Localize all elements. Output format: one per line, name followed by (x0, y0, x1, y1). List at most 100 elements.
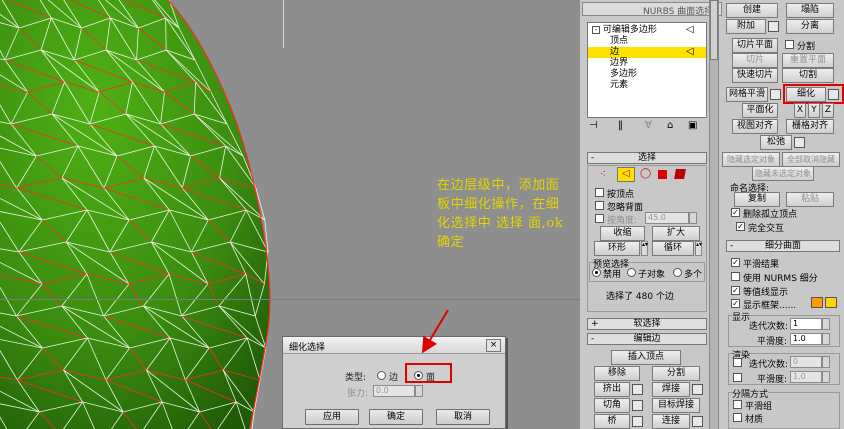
modifier-stack[interactable]: - 可编辑多边形 顶点 边 边界 多边形 元素 ◁ ◁ (587, 22, 707, 118)
attach-settings-icon[interactable] (768, 21, 779, 32)
stack-item-element[interactable]: 元素 (610, 80, 628, 91)
render-smoothness-spinner[interactable]: 1.0 (790, 371, 822, 383)
cage-color-swatch-1[interactable] (811, 297, 823, 308)
planarize-button[interactable]: 平面化 (742, 103, 778, 118)
preview-off-radio[interactable] (592, 268, 601, 277)
stack-item-polygon[interactable]: 多边形 (610, 69, 637, 80)
meshsmooth-settings-icon[interactable] (770, 89, 781, 100)
edit-edges-rollout-header[interactable]: - 编辑边 (587, 333, 707, 345)
ring-spinner[interactable]: ▴▾ (641, 241, 648, 256)
planarize-y-button[interactable]: Y (808, 103, 820, 118)
insert-vertex-button[interactable]: 插入顶点 (611, 350, 681, 365)
render-smoothness-spinner-arrows[interactable] (822, 371, 830, 383)
element-mode-icon[interactable] (674, 169, 686, 179)
smooth-result-checkbox[interactable]: ✓ (731, 258, 740, 267)
stack-root-editable-poly[interactable]: - 可编辑多边形 (592, 25, 657, 36)
smoothing-groups-checkbox[interactable] (733, 400, 742, 409)
paste-button[interactable]: 粘贴 (786, 192, 834, 207)
full-interactivity-checkbox[interactable]: ✓ (736, 222, 745, 231)
by-vertex-checkbox[interactable] (595, 188, 604, 197)
by-angle-spinner[interactable]: 45.0 (645, 212, 689, 224)
connect-button[interactable]: 连接 (652, 414, 690, 429)
collapse-minus-icon[interactable]: - (592, 26, 600, 34)
collapse-button[interactable]: 塌陷 (786, 3, 834, 18)
grid-align-button[interactable]: 栅格对齐 (786, 119, 834, 134)
soft-selection-rollout-header[interactable]: + 软选择 (587, 318, 707, 330)
split-checkbox[interactable] (785, 40, 794, 49)
meshsmooth-button[interactable]: 网格平滑 (726, 87, 768, 102)
panel-scrollbar[interactable] (709, 0, 719, 429)
chamfer-settings-icon[interactable] (632, 400, 643, 411)
hide-selected-button[interactable]: 隐藏选定对象 (722, 152, 780, 167)
weld-button[interactable]: 焊接 (652, 382, 690, 397)
configure-modifier-sets-icon[interactable]: ▣ (688, 120, 697, 131)
reset-plane-button[interactable]: 重置平面 (782, 53, 834, 68)
edge-mode-icon-active[interactable]: ◁ (617, 167, 635, 182)
panel-scrollbar-thumb[interactable] (710, 0, 718, 60)
edge-mode-icon[interactable]: ◁ (686, 46, 694, 57)
quickslice-button[interactable]: 快速切片 (732, 68, 778, 83)
tessellate-button[interactable]: 细化 (786, 87, 826, 102)
slice-plane-button[interactable]: 切片平面 (732, 38, 778, 53)
iterations-spinner-arrows[interactable] (822, 318, 830, 330)
remove-modifier-icon[interactable]: ⌂ (667, 120, 673, 131)
render-iterations-spinner-arrows[interactable] (822, 356, 830, 368)
subdivision-rollout-header[interactable]: - 细分曲面 (726, 240, 840, 252)
show-cage-checkbox[interactable]: ✓ (731, 299, 740, 308)
isoline-display-checkbox[interactable]: ✓ (731, 286, 740, 295)
weld-settings-icon[interactable] (692, 384, 703, 395)
view-align-button[interactable]: 视图对齐 (732, 119, 778, 134)
smoothness-spinner-arrows[interactable] (822, 333, 830, 345)
show-end-result-icon[interactable]: ‖ (618, 120, 623, 131)
bridge-settings-icon[interactable] (632, 416, 643, 427)
create-button[interactable]: 创建 (726, 3, 778, 18)
by-angle-checkbox[interactable] (595, 214, 604, 223)
planarize-z-button[interactable]: Z (822, 103, 834, 118)
cut-button[interactable]: 切割 (782, 68, 834, 83)
split-edge-button[interactable]: 分割 (652, 366, 700, 381)
delete-isolated-checkbox[interactable]: ✓ (731, 208, 740, 217)
remove-button[interactable]: 移除 (594, 366, 640, 381)
stack-item-border[interactable]: 边界 (610, 58, 628, 69)
materials-checkbox[interactable] (733, 413, 742, 422)
slice-button[interactable]: 切片 (732, 53, 778, 68)
ignore-backfacing-checkbox[interactable] (595, 201, 604, 210)
render-smoothness-checkbox[interactable] (733, 373, 742, 382)
bridge-button[interactable]: 桥 (594, 414, 630, 429)
modifier-list-dropdown[interactable]: NURBS 曲面选择 (582, 2, 722, 17)
loop-spinner[interactable]: ▴▾ (695, 241, 702, 256)
by-angle-spinner-arrows[interactable] (689, 212, 697, 224)
loop-button[interactable]: 循环 (652, 241, 694, 256)
border-mode-icon[interactable]: ◯ (640, 168, 651, 179)
preview-subobject-radio[interactable] (627, 268, 636, 277)
unhide-all-button[interactable]: 全部取消隐藏 (782, 152, 840, 167)
iterations-spinner[interactable]: 1 (790, 318, 822, 330)
shrink-button[interactable]: 收缩 (600, 226, 645, 241)
light-bulb-icon[interactable]: ◁ (686, 24, 694, 35)
stack-item-vertex[interactable]: 顶点 (610, 36, 628, 47)
planarize-x-button[interactable]: X (794, 103, 806, 118)
tessellate-settings-icon[interactable] (828, 89, 839, 100)
target-weld-button[interactable]: 目标焊接 (652, 398, 700, 413)
extrude-settings-icon[interactable] (632, 384, 643, 395)
attach-button[interactable]: 附加 (726, 19, 766, 34)
detach-button[interactable]: 分离 (786, 19, 834, 34)
selection-rollout-header[interactable]: - 选择 (587, 152, 707, 164)
vertex-mode-icon[interactable]: ⁖ (600, 169, 606, 180)
polygon-mode-icon[interactable] (658, 170, 667, 179)
make-unique-icon[interactable]: ∀ (645, 120, 652, 131)
render-iterations-checkbox[interactable] (733, 358, 742, 367)
use-nurms-checkbox[interactable] (731, 272, 740, 281)
preview-multi-radio[interactable] (673, 268, 682, 277)
copy-button[interactable]: 复制 (734, 192, 780, 207)
grow-button[interactable]: 扩大 (652, 226, 700, 241)
relax-button[interactable]: 松弛 (760, 135, 792, 150)
relax-settings-icon[interactable] (794, 137, 805, 148)
smoothness-spinner[interactable]: 1.0 (790, 333, 822, 345)
extrude-button[interactable]: 挤出 (594, 382, 630, 397)
ring-button[interactable]: 环形 (594, 241, 640, 256)
render-iterations-spinner[interactable]: 0 (790, 356, 822, 368)
pin-stack-icon[interactable]: ⊣ (589, 120, 598, 131)
hide-unselected-button[interactable]: 隐藏未选定对象 (752, 166, 814, 181)
connect-settings-icon[interactable] (692, 416, 703, 427)
